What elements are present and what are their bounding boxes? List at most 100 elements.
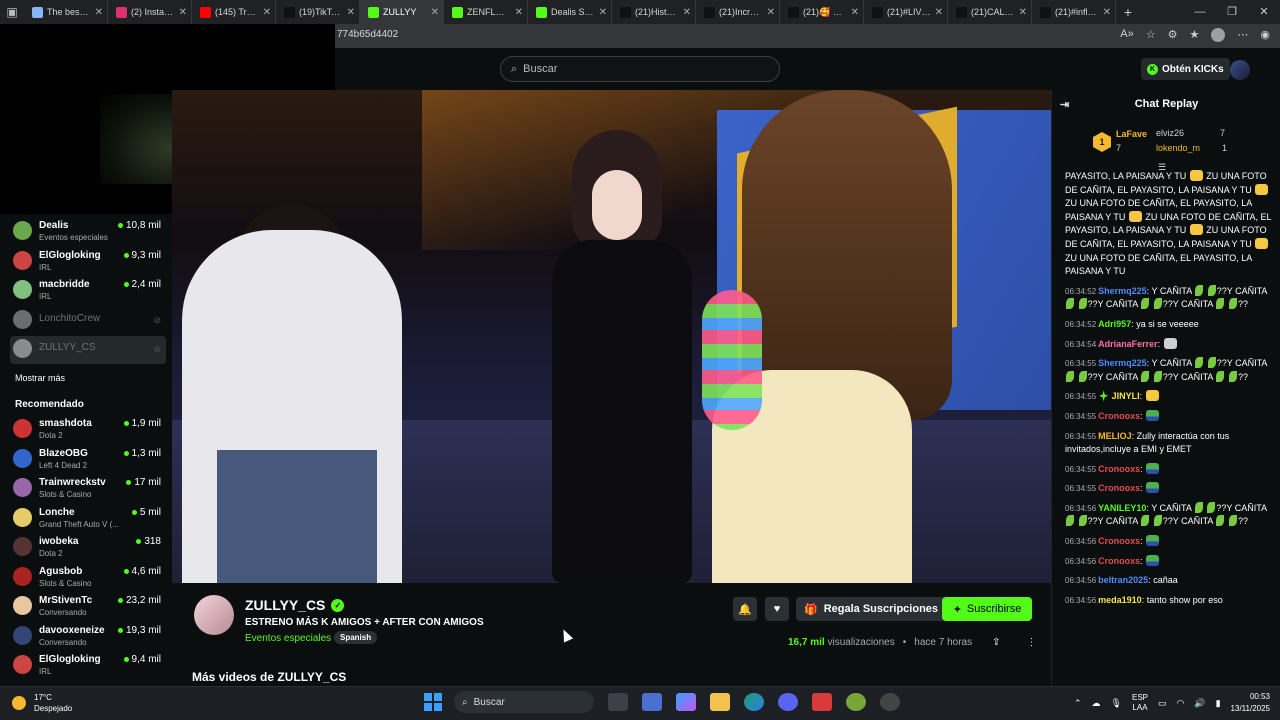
close-tab-icon[interactable]: ✕ [935, 7, 943, 18]
browser-tab[interactable]: (19)TikTok - ✕ [276, 0, 360, 24]
message-user[interactable]: Cronooxs [1098, 411, 1140, 421]
language-tag[interactable]: Spanish [334, 631, 378, 644]
close-tab-icon[interactable]: ✕ [1103, 7, 1111, 18]
get-kicks-button[interactable]: K Obtén KICKs [1141, 58, 1230, 80]
show-more-link[interactable]: Mostrar más [15, 373, 65, 383]
chevron-up-icon[interactable]: ⌃ [1074, 698, 1082, 709]
gift-subs-button[interactable]: 🎁 Regala Suscripciones [796, 597, 947, 621]
sidebar-channel[interactable]: Agusbob Slots & Casino 4,6 mil [10, 564, 166, 592]
message-user[interactable]: Shermq225 [1098, 358, 1147, 368]
browser-tab[interactable]: (21)Increible ✕ [696, 0, 780, 24]
sidebar-channel[interactable]: ZULLYY_CS ⊘ [10, 336, 166, 364]
browser-tab[interactable]: Dealis Strea ✕ [528, 0, 612, 24]
clock[interactable]: 00:53 13/11/2025 [1231, 691, 1270, 715]
close-tab-icon[interactable]: ✕ [431, 7, 439, 18]
browser-tab[interactable]: (21)CALAVEI ✕ [948, 0, 1032, 24]
message-user[interactable]: YANILEY10 [1098, 503, 1146, 513]
message-user[interactable]: Cronooxs [1098, 464, 1140, 474]
sidebar-channel[interactable]: davooxeneize Conversando 19,3 mil [10, 623, 166, 651]
message-user[interactable]: JINYLI [1098, 390, 1140, 402]
close-tab-icon[interactable]: ✕ [95, 7, 103, 18]
profile-avatar[interactable] [1211, 28, 1226, 42]
wifi-icon[interactable]: ◠ [1177, 698, 1185, 709]
sidebar-channel[interactable]: BlazeOBG Left 4 Dead 2 1,3 mil [10, 446, 166, 474]
microphone-icon[interactable]: 🎙 [1111, 698, 1122, 709]
extensions-icon[interactable]: ⚙ [1168, 28, 1178, 42]
subscribe-button[interactable]: ✦ Suscribirse [942, 597, 1032, 621]
streamer-avatar[interactable] [194, 595, 234, 635]
close-tab-icon[interactable]: ✕ [263, 7, 271, 18]
window-menu-icon[interactable]: ▣ [0, 0, 24, 24]
user-avatar[interactable] [1230, 60, 1250, 80]
browser-tab[interactable]: (21)Historia ✕ [612, 0, 696, 24]
top-gifter-name[interactable]: LaFave [1116, 129, 1147, 139]
close-tab-icon[interactable]: ✕ [851, 7, 859, 18]
browser-tab[interactable]: The best Ch ✕ [24, 0, 108, 24]
browser-tab[interactable]: ZULLYY ✕ [360, 0, 444, 24]
new-tab-button[interactable]: + [1116, 4, 1140, 20]
close-window-icon[interactable]: ✕ [1248, 0, 1280, 24]
message-user[interactable]: Cronooxs [1098, 556, 1140, 566]
sidebar-channel[interactable]: ElGlogloking IRL 9,3 mil [10, 248, 166, 276]
sidebar-channel[interactable]: Dealis Eventos especiales 10,8 mil [10, 218, 166, 246]
discord-icon[interactable] [778, 693, 798, 711]
message-user[interactable]: beltran2025 [1098, 575, 1148, 585]
message-user[interactable]: MELIOJ [1098, 431, 1132, 441]
browser-tab[interactable]: (21)#LIVEInc ✕ [864, 0, 948, 24]
stream-category[interactable]: Eventos especiales [245, 633, 331, 644]
favorite-star-icon[interactable]: ☆ [1146, 28, 1156, 42]
sidebar-channel[interactable]: MrStivenTc Conversando 23,2 mil [10, 593, 166, 621]
gifter-name[interactable]: lokendo_m [1156, 143, 1200, 153]
favorites-icon[interactable]: ★ [1190, 28, 1200, 42]
sidebar-channel[interactable]: ElGlogloking IRL 9,4 mil [10, 652, 166, 680]
close-tab-icon[interactable]: ✕ [683, 7, 691, 18]
streamer-name[interactable]: ZULLYY_CS [245, 597, 325, 613]
close-tab-icon[interactable]: ✕ [179, 7, 187, 18]
windows-start-icon[interactable] [424, 693, 442, 711]
app-icon[interactable] [846, 693, 866, 711]
weather-widget[interactable]: 17°C Despejado [12, 692, 72, 714]
notifications-button[interactable]: 🔔 [733, 597, 757, 621]
close-tab-icon[interactable]: ✕ [599, 7, 607, 18]
taskbar-search[interactable]: ⌕ Buscar [454, 691, 594, 713]
more-menu-icon[interactable]: ⋯ [1237, 28, 1248, 42]
sidebar-channel[interactable]: smashdota Dota 2 1,9 mil [10, 416, 166, 444]
message-user[interactable]: meda1910 [1098, 595, 1142, 605]
copilot-app-icon[interactable] [676, 693, 696, 711]
battery-icon[interactable]: ▮ [1216, 698, 1221, 709]
task-view-icon[interactable] [608, 693, 628, 711]
close-tab-icon[interactable]: ✕ [1019, 7, 1027, 18]
minimize-icon[interactable]: — [1184, 0, 1216, 24]
copilot-icon[interactable]: ◉ [1260, 28, 1270, 42]
browser-tab[interactable]: (21)🥰 #mil ✕ [780, 0, 864, 24]
display-icon[interactable]: ▭ [1158, 698, 1167, 709]
browser-tab[interactable]: (2) Instagram ✕ [108, 0, 192, 24]
volume-icon[interactable]: 🔊 [1194, 698, 1205, 709]
app-icon[interactable] [812, 693, 832, 711]
message-user[interactable]: Cronooxs [1098, 483, 1140, 493]
close-tab-icon[interactable]: ✕ [767, 7, 775, 18]
read-aloud-icon[interactable]: A» [1120, 28, 1133, 42]
edge-icon[interactable] [744, 693, 764, 711]
browser-tab[interactable]: (21)#influen ✕ [1032, 0, 1116, 24]
share-icon[interactable]: ⇪ [992, 637, 1000, 648]
message-user[interactable]: Adri957 [1098, 319, 1131, 329]
close-tab-icon[interactable]: ✕ [515, 7, 523, 18]
cloud-icon[interactable]: ☁ [1092, 698, 1101, 709]
message-user[interactable]: AdrianaFerrer [1098, 339, 1158, 349]
search-bar[interactable]: ⌕ Buscar [500, 56, 780, 82]
store-icon[interactable] [642, 693, 662, 711]
browser-tab[interactable]: (145) Trevor ✕ [192, 0, 276, 24]
follow-button[interactable]: ♥ [765, 597, 789, 621]
sidebar-channel[interactable]: Lonche Grand Theft Auto V (... 5 mil [10, 505, 166, 533]
sidebar-channel[interactable]: macbridde IRL 2,4 mil [10, 277, 166, 305]
sidebar-channel[interactable]: Trainwreckstv Slots & Casino 17 mil [10, 475, 166, 503]
sidebar-channel[interactable]: LonchitoCrew ⊘ [10, 307, 166, 335]
message-user[interactable]: Cronooxs [1098, 536, 1140, 546]
browser-tab[interactable]: ZENFLUENCE ✕ [444, 0, 528, 24]
message-user[interactable]: Shermq225 [1098, 286, 1147, 296]
close-tab-icon[interactable]: ✕ [347, 7, 355, 18]
gifter-name[interactable]: elviz26 [1156, 128, 1184, 138]
sidebar-channel[interactable]: iwobeka Dota 2 318 [10, 534, 166, 562]
more-options-icon[interactable]: ⋮ [1026, 637, 1036, 648]
